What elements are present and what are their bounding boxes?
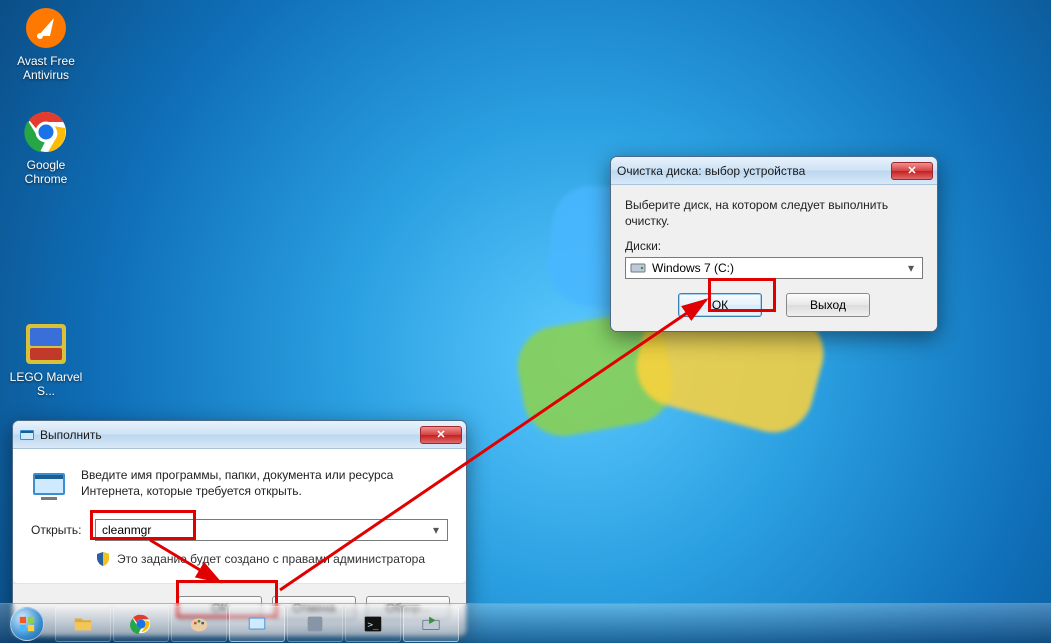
cleanup-message: Выберите диск, на котором следует выполн…	[625, 197, 923, 229]
open-label: Открыть:	[31, 523, 87, 537]
admin-note: Это задание будет создано с правами адми…	[117, 552, 425, 566]
run-close-button[interactable]: ✕	[420, 426, 462, 444]
chevron-down-icon[interactable]: ▾	[429, 523, 443, 537]
close-icon: ✕	[436, 428, 445, 441]
drive-combobox[interactable]: Windows 7 (C:) ▾	[625, 257, 923, 279]
taskbar-item-run[interactable]	[229, 606, 285, 642]
open-combobox[interactable]: cleanmgr ▾	[95, 519, 448, 541]
taskbar[interactable]: >_	[0, 603, 1051, 643]
run-dialog-title: Выполнить	[40, 428, 418, 442]
run-icon	[19, 427, 35, 443]
start-button[interactable]	[0, 604, 54, 643]
open-value: cleanmgr	[102, 523, 429, 537]
cleanup-title: Очистка диска: выбор устройства	[617, 164, 889, 178]
svg-text:>_: >_	[368, 619, 380, 630]
taskbar-item-cleanup[interactable]	[403, 606, 459, 642]
desktop-icon-label: LEGO Marvel S...	[8, 370, 84, 398]
taskbar-item-generic-1[interactable]	[287, 606, 343, 642]
run-dialog-titlebar[interactable]: Выполнить ✕	[13, 421, 466, 449]
disk-cleanup-dialog: Очистка диска: выбор устройства ✕ Выбери…	[610, 156, 938, 332]
desktop-icon-avast[interactable]: Avast Free Antivirus	[8, 6, 84, 82]
lego-icon	[24, 322, 68, 366]
taskbar-item-paint[interactable]	[171, 606, 227, 642]
desktop-icon-label: Google Chrome	[8, 158, 84, 186]
cleanup-titlebar[interactable]: Очистка диска: выбор устройства ✕	[611, 157, 937, 185]
drives-label: Диски:	[625, 239, 923, 253]
cleanup-ok-button[interactable]: ОК	[678, 293, 762, 317]
taskbar-item-explorer[interactable]	[55, 606, 111, 642]
avast-icon	[24, 6, 68, 50]
taskbar-item-chrome[interactable]	[113, 606, 169, 642]
taskbar-item-cmd[interactable]: >_	[345, 606, 401, 642]
close-icon: ✕	[907, 164, 916, 177]
drive-icon	[630, 260, 646, 276]
selected-drive: Windows 7 (C:)	[652, 261, 898, 275]
windows-logo-icon	[10, 607, 44, 641]
chrome-icon	[24, 110, 68, 154]
cleanup-exit-button[interactable]: Выход	[786, 293, 870, 317]
run-large-icon	[31, 467, 67, 503]
run-description: Введите имя программы, папки, документа …	[81, 467, 448, 503]
desktop-icon-lego[interactable]: LEGO Marvel S...	[8, 322, 84, 398]
desktop-icon-label: Avast Free Antivirus	[8, 54, 84, 82]
shield-icon	[95, 551, 111, 567]
desktop-icon-chrome[interactable]: Google Chrome	[8, 110, 84, 186]
cleanup-close-button[interactable]: ✕	[891, 162, 933, 180]
chevron-down-icon[interactable]: ▾	[904, 261, 918, 275]
desktop[interactable]: Avast Free Antivirus Google Chrome LEGO …	[0, 0, 1051, 643]
